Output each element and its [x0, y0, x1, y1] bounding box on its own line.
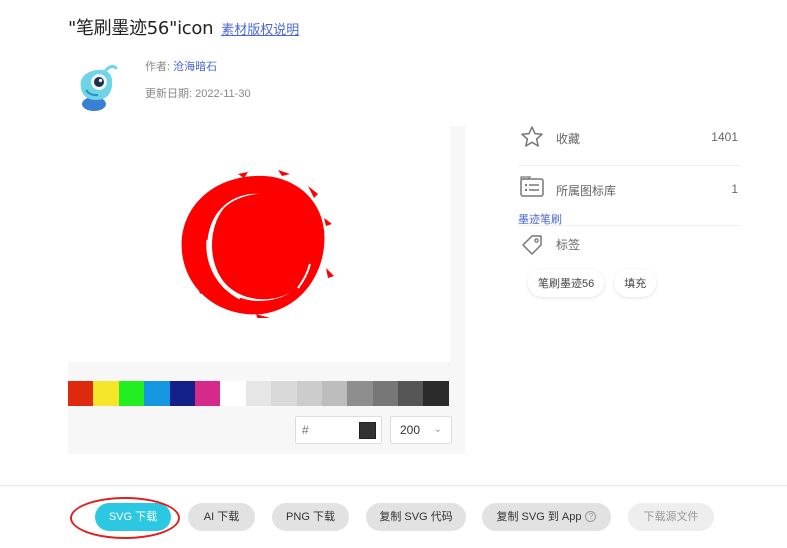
color-swatch[interactable] [423, 381, 449, 406]
divider [0, 485, 787, 486]
library-link[interactable]: 墨迹笔刷 [518, 211, 562, 227]
ink-brush-circle-icon [181, 170, 334, 318]
license-link[interactable]: 素材版权说明 [221, 19, 299, 38]
current-color-chip[interactable] [359, 422, 376, 439]
date-label: 更新日期: [145, 88, 193, 100]
preview-panel: 200 ⌄ [68, 126, 465, 454]
color-swatch[interactable] [321, 381, 348, 406]
title-row: "笔刷墨迹56"icon 素材版权说明 [68, 14, 299, 40]
copy-svg-code-button[interactable]: 复制 SVG 代码 [366, 503, 466, 531]
png-download-button[interactable]: PNG 下载 [272, 503, 349, 531]
tags-row: 标签 笔刷墨迹56 填充 [518, 226, 740, 326]
tag-pill[interactable]: 笔刷墨迹56 [528, 269, 605, 297]
tags-label: 标签 [556, 238, 581, 252]
favorites-row[interactable]: 收藏 1401 [518, 120, 740, 166]
copy-svg-to-app-button[interactable]: 复制 SVG 到 App? [482, 503, 611, 531]
date-line: 更新日期: 2022-11-30 [145, 85, 251, 101]
tag-pill[interactable]: 填充 [614, 269, 657, 297]
color-swatch[interactable] [372, 381, 399, 406]
star-icon[interactable] [520, 125, 544, 149]
library-list-icon [520, 176, 544, 197]
author-block: 作者: 沧海暗石 更新日期: 2022-11-30 [72, 58, 372, 114]
favorites-label: 收藏 [556, 132, 581, 146]
color-swatch[interactable] [93, 381, 119, 406]
svg-download-button[interactable]: SVG 下载 [95, 503, 171, 531]
icon-preview-canvas [68, 126, 450, 362]
author-name-link[interactable]: 沧海暗石 [173, 61, 217, 73]
download-source-button: 下载源文件 [628, 503, 714, 531]
favorites-count: 1401 [711, 130, 738, 144]
color-swatch[interactable] [194, 381, 221, 406]
action-bar: SVG 下载 AI 下载 PNG 下载 复制 SVG 代码 复制 SVG 到 A… [0, 503, 787, 531]
help-icon[interactable]: ? [585, 511, 597, 522]
ai-download-button[interactable]: AI 下载 [188, 503, 255, 531]
tag-icon [522, 235, 542, 255]
color-swatch[interactable] [169, 381, 195, 406]
color-swatch[interactable] [296, 381, 322, 406]
library-count: 1 [731, 182, 738, 196]
chevron-down-icon: ⌄ [433, 424, 442, 435]
author-label: 作者: [145, 61, 171, 73]
color-swatch[interactable] [118, 381, 145, 406]
tag-pill-list: 笔刷墨迹56 填充 [528, 269, 657, 297]
avatar[interactable] [72, 62, 122, 112]
update-date: 2022-11-30 [195, 88, 251, 100]
color-swatch[interactable] [68, 381, 94, 406]
color-swatch[interactable] [245, 381, 272, 406]
page-title: "笔刷墨迹56"icon [68, 18, 214, 39]
library-label: 所属图标库 [556, 184, 617, 198]
author-line: 作者: 沧海暗石 [145, 58, 217, 74]
copy-svg-to-app-label: 复制 SVG 到 App [496, 511, 582, 523]
size-select[interactable]: 200 ⌄ [390, 416, 452, 444]
color-swatch[interactable] [220, 381, 246, 406]
hex-input[interactable] [296, 417, 356, 443]
color-swatch[interactable] [398, 381, 424, 406]
color-swatch[interactable] [347, 381, 373, 406]
color-swatch[interactable] [144, 381, 170, 406]
color-swatch-strip [68, 381, 449, 406]
hex-color-field[interactable] [295, 416, 382, 444]
color-swatch[interactable] [271, 381, 297, 406]
size-value: 200 [400, 423, 421, 437]
